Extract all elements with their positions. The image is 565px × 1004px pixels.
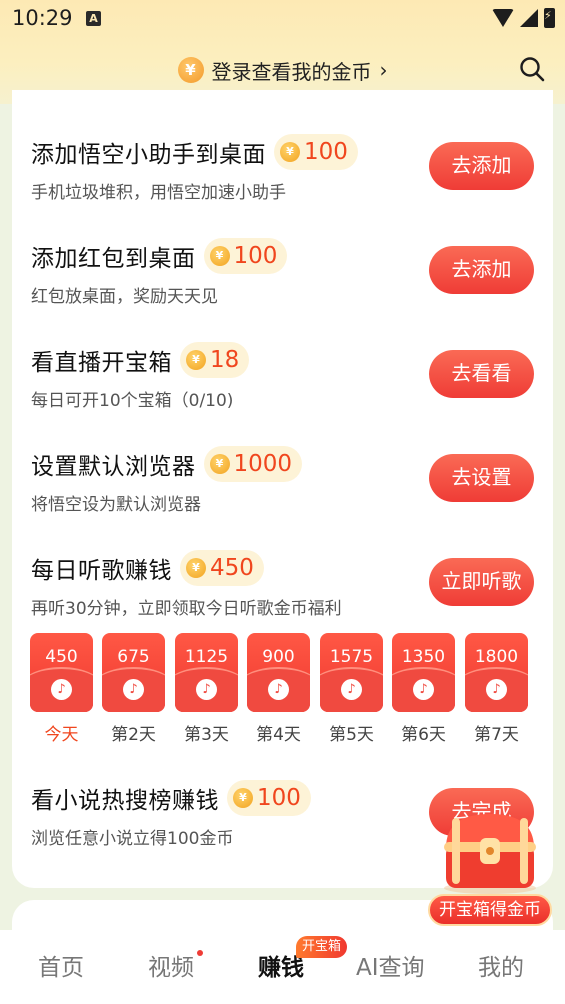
- coin-icon: ¥: [186, 558, 206, 578]
- reward-pill: ¥ 100: [274, 134, 358, 170]
- reward-value: 100: [233, 243, 278, 269]
- day-label: 第2天: [111, 725, 156, 745]
- day-envelope[interactable]: 1800 ♪ 第7天: [465, 633, 528, 745]
- music-days-row: 450 ♪ 今天 675 ♪ 第2天 1125 ♪ 第3天 900 ♪ 第4天 1575…: [30, 633, 540, 748]
- day-reward: 900: [262, 647, 295, 667]
- music-note-icon: ♪: [123, 679, 144, 700]
- task-item: 设置默认浏览器 ¥ 1000 将悟空设为默认浏览器 去设置: [12, 446, 553, 536]
- day-reward: 1575: [329, 647, 374, 667]
- reward-pill: ¥ 1000: [203, 446, 303, 482]
- nav-home[interactable]: 首页: [38, 948, 84, 982]
- music-note-icon: ♪: [51, 679, 72, 700]
- treasure-box-float[interactable]: 开宝箱得金币: [428, 808, 552, 928]
- task-title: 添加悟空小助手到桌面: [31, 142, 266, 168]
- coin-icon: ¥: [209, 454, 230, 474]
- day-reward: 675: [117, 647, 150, 667]
- music-note-icon: ♪: [268, 679, 289, 700]
- bottom-nav: 首页 视频 赚钱 AI查询 我的: [0, 930, 565, 1004]
- nav-video[interactable]: 视频: [148, 948, 194, 982]
- nav-mine[interactable]: 我的: [478, 948, 524, 982]
- day-envelope[interactable]: 675 ♪ 第2天: [102, 633, 165, 745]
- task-title: 添加红包到桌面: [31, 246, 196, 272]
- login-bar[interactable]: ¥ 登录查看我的金币 ›: [0, 52, 565, 88]
- day-label: 今天: [44, 725, 79, 745]
- task-item: 看直播开宝箱 ¥ 18 每日可开10个宝箱（0/10) 去看看: [12, 342, 553, 432]
- coin-icon: ¥: [186, 350, 206, 370]
- task-description: 再听30分钟，立即领取今日听歌金币福利: [31, 599, 342, 619]
- add-assistant-button[interactable]: 去添加: [429, 142, 534, 190]
- task-item: 每日听歌赚钱 ¥ 450 再听30分钟，立即领取今日听歌金币福利 立即听歌: [12, 550, 553, 640]
- task-description: 手机垃圾堆积，用悟空加速小助手: [31, 183, 286, 203]
- notification-a-icon: A: [86, 11, 101, 26]
- task-item: 添加悟空小助手到桌面 ¥ 100 手机垃圾堆积，用悟空加速小助手 去添加: [12, 134, 553, 224]
- reward-pill: ¥ 450: [180, 550, 264, 586]
- search-icon[interactable]: [519, 56, 545, 82]
- task-description: 每日可开10个宝箱（0/10): [31, 391, 234, 411]
- day-label: 第3天: [184, 725, 229, 745]
- day-reward: 1350: [401, 647, 446, 667]
- task-title: 每日听歌赚钱: [31, 558, 172, 584]
- task-description: 红包放桌面，奖励天天见: [31, 287, 218, 307]
- coin-icon: ¥: [280, 142, 300, 162]
- task-title: 看小说热搜榜赚钱: [31, 788, 219, 814]
- day-envelope[interactable]: 1125 ♪ 第3天: [175, 633, 238, 745]
- reward-value: 18: [210, 347, 240, 373]
- day-label: 第4天: [256, 725, 301, 745]
- reward-value: 1000: [233, 451, 293, 477]
- status-bar: 10:29 A: [0, 0, 565, 40]
- battery-icon: [544, 8, 555, 28]
- task-title: 看直播开宝箱: [31, 350, 172, 376]
- nav-ai-query[interactable]: AI查询: [356, 948, 425, 982]
- add-redpacket-button[interactable]: 去添加: [429, 246, 534, 294]
- status-time: 10:29: [12, 6, 73, 30]
- task-description: 将悟空设为默认浏览器: [31, 495, 201, 515]
- day-label: 第5天: [329, 725, 374, 745]
- day-reward: 1800: [474, 647, 519, 667]
- chevron-right-icon: ›: [379, 58, 388, 82]
- music-note-icon: ♪: [196, 679, 217, 700]
- task-card: 添加悟空小助手到桌面 ¥ 100 手机垃圾堆积，用悟空加速小助手 去添加 添加红…: [12, 90, 553, 888]
- coin-icon: ¥: [233, 788, 253, 808]
- coin-icon: ¥: [209, 246, 230, 266]
- reward-value: 100: [257, 785, 301, 811]
- task-item: 添加红包到桌面 ¥ 100 红包放桌面，奖励天天见 去添加: [12, 238, 553, 328]
- day-reward: 450: [45, 647, 78, 667]
- task-description: 浏览任意小说立得100金币: [31, 829, 234, 849]
- login-prompt[interactable]: 登录查看我的金币: [212, 56, 372, 85]
- treasure-chest-icon: [444, 814, 536, 894]
- reward-pill: ¥ 18: [180, 342, 250, 378]
- reward-value: 450: [210, 555, 254, 581]
- music-note-icon: ♪: [341, 679, 362, 700]
- music-note-icon: ♪: [486, 679, 507, 700]
- treasure-badge: 开宝箱: [296, 936, 348, 958]
- music-note-icon: ♪: [413, 679, 434, 700]
- set-browser-button[interactable]: 去设置: [429, 454, 534, 502]
- day-envelope[interactable]: 900 ♪ 第4天: [247, 633, 310, 745]
- day-envelope[interactable]: 450 ♪ 今天: [30, 633, 93, 745]
- watch-live-button[interactable]: 去看看: [429, 350, 534, 398]
- coin-icon: ¥: [177, 57, 204, 83]
- system-icons: [492, 8, 555, 28]
- day-label: 第7天: [474, 725, 519, 745]
- day-reward: 1125: [184, 647, 229, 667]
- listen-music-button[interactable]: 立即听歌: [429, 558, 534, 606]
- reward-pill: ¥ 100: [227, 780, 311, 816]
- day-label: 第6天: [401, 725, 446, 745]
- wifi-icon: [492, 9, 514, 27]
- reward-pill: ¥ 100: [203, 238, 288, 274]
- task-title: 设置默认浏览器: [31, 454, 196, 480]
- signal-icon: [520, 9, 538, 27]
- video-unread-dot: [197, 950, 203, 956]
- treasure-label: 开宝箱得金币: [428, 894, 552, 926]
- day-envelope[interactable]: 1575 ♪ 第5天: [320, 633, 383, 745]
- reward-value: 100: [304, 139, 348, 165]
- day-envelope[interactable]: 1350 ♪ 第6天: [392, 633, 455, 745]
